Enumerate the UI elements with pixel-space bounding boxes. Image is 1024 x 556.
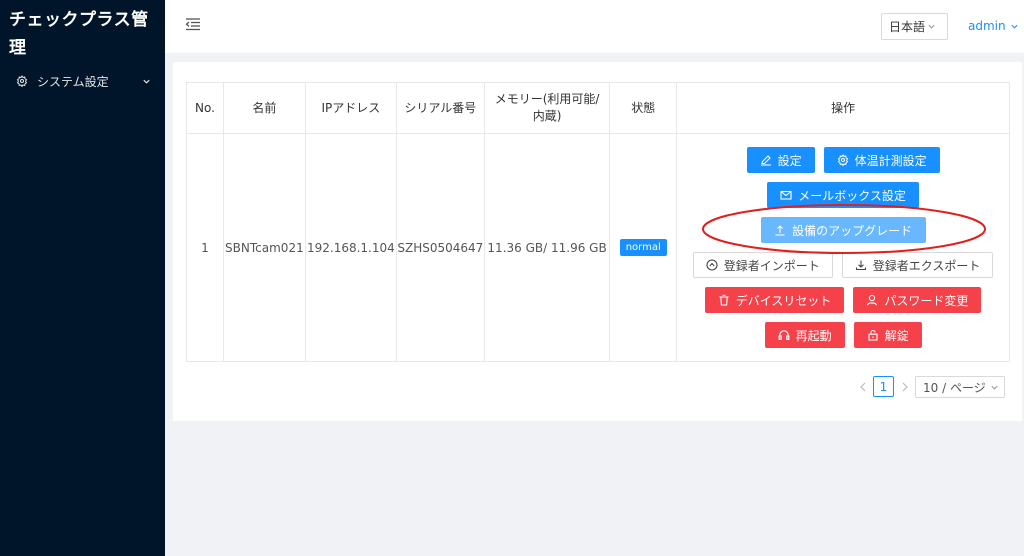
upgrade-highlight-wrap: 設備のアップグレード (701, 204, 986, 254)
edit-icon (760, 155, 771, 166)
page-number-current[interactable]: 1 (873, 376, 894, 397)
mailbox-settings-label: メールボックス設定 (798, 188, 906, 203)
cell-actions: 設定 体温計測設定 メールボックス設定 設備のアップグレード 登録者インポート … (676, 133, 1010, 362)
column-header: No. (186, 82, 224, 134)
pagination: 1 10 / ページ (173, 375, 1022, 399)
page-size-select[interactable]: 10 / ページ (915, 376, 1005, 398)
user-icon (867, 294, 878, 306)
action-buttons: 設定 体温計測設定 メールボックス設定 設備のアップグレード 登録者インポート … (677, 147, 1009, 348)
language-select[interactable]: 日本語 (881, 13, 948, 40)
headset-icon (778, 330, 789, 340)
reboot-label: 再起動 (795, 328, 832, 343)
cell-serial: SZHS0504647 (395, 133, 485, 362)
chevron-down-icon (143, 79, 150, 84)
cell-ip: 192.168.1.104 (304, 133, 397, 362)
user-name: admin (968, 19, 1006, 33)
device-card: No. 名前 IPアドレス シリアル番号 メモリー(利用可能/内蔵) 状態 操作… (173, 62, 1022, 421)
cell-status: normal (609, 133, 678, 362)
top-header: 日本語 admin (165, 0, 1024, 53)
user-menu[interactable]: admin (968, 19, 1019, 33)
chevron-down-icon (1011, 24, 1018, 29)
export-registrants-button[interactable]: 登録者エクスポート (841, 252, 994, 278)
chevron-right-icon[interactable] (901, 382, 909, 392)
sidebar: チェックプラス管理 システム設定 (0, 0, 165, 556)
chevron-down-icon (928, 24, 935, 29)
trash-icon (719, 294, 729, 306)
column-header: IPアドレス (304, 82, 397, 134)
change-password-button[interactable]: パスワード変更 (853, 287, 982, 313)
column-header: 名前 (222, 82, 306, 134)
menu-fold-icon[interactable] (185, 16, 201, 32)
table-header-row: No. 名前 IPアドレス シリアル番号 メモリー(利用可能/内蔵) 状態 操作 (186, 82, 1010, 134)
mailbox-settings-button[interactable]: メールボックス設定 (767, 182, 919, 208)
page-size-label: 10 / ページ (923, 380, 986, 395)
settings-label: 設定 (777, 153, 802, 168)
unlock-icon (868, 329, 878, 341)
unlock-button[interactable]: 解錠 (853, 322, 922, 348)
status-badge: normal (619, 239, 667, 256)
gear-icon (16, 75, 28, 87)
column-header: メモリー(利用可能/内蔵) (483, 82, 611, 134)
column-header: 状態 (609, 82, 678, 134)
temperature-settings-label: 体温計測設定 (854, 153, 927, 168)
temperature-settings-button[interactable]: 体温計測設定 (823, 147, 940, 173)
upload-icon (775, 225, 785, 236)
language-label: 日本語 (889, 20, 926, 34)
sidebar-item-label: システム設定 (37, 74, 109, 89)
import-registrants-label: 登録者インポート (723, 258, 820, 273)
upgrade-label: 設備のアップグレード (792, 223, 913, 238)
sidebar-item-system-settings[interactable]: システム設定 (0, 68, 165, 94)
unlock-label: 解錠 (884, 328, 909, 343)
mail-icon (780, 190, 792, 200)
upgrade-button[interactable]: 設備のアップグレード (760, 217, 926, 243)
reboot-button[interactable]: 再起動 (764, 322, 845, 348)
settings-button[interactable]: 設定 (746, 147, 815, 173)
app-title: チェックプラス管理 (9, 10, 149, 58)
chevron-down-icon (991, 385, 998, 390)
upload-circle-icon (706, 259, 718, 271)
cell-no: 1 (186, 133, 224, 362)
table-row: 1 SBNTcam021 192.168.1.104 SZHS0504647 1… (186, 133, 1010, 362)
column-header: 操作 (676, 82, 1010, 134)
cell-name: SBNTcam021 (222, 133, 306, 362)
column-header: シリアル番号 (395, 82, 485, 134)
device-reset-button[interactable]: デバイスリセット (704, 287, 845, 313)
device-reset-label: デバイスリセット (735, 293, 832, 308)
chevron-left-icon[interactable] (859, 382, 867, 392)
import-registrants-button[interactable]: 登録者インポート (692, 252, 833, 278)
gear-icon (837, 154, 848, 166)
change-password-label: パスワード変更 (884, 293, 969, 308)
device-table: No. 名前 IPアドレス シリアル番号 メモリー(利用可能/内蔵) 状態 操作… (186, 82, 1010, 362)
export-registrants-label: 登録者エクスポート (872, 258, 981, 273)
download-icon (855, 260, 866, 271)
cell-memory: 11.36 GB/ 11.96 GB (483, 133, 611, 362)
